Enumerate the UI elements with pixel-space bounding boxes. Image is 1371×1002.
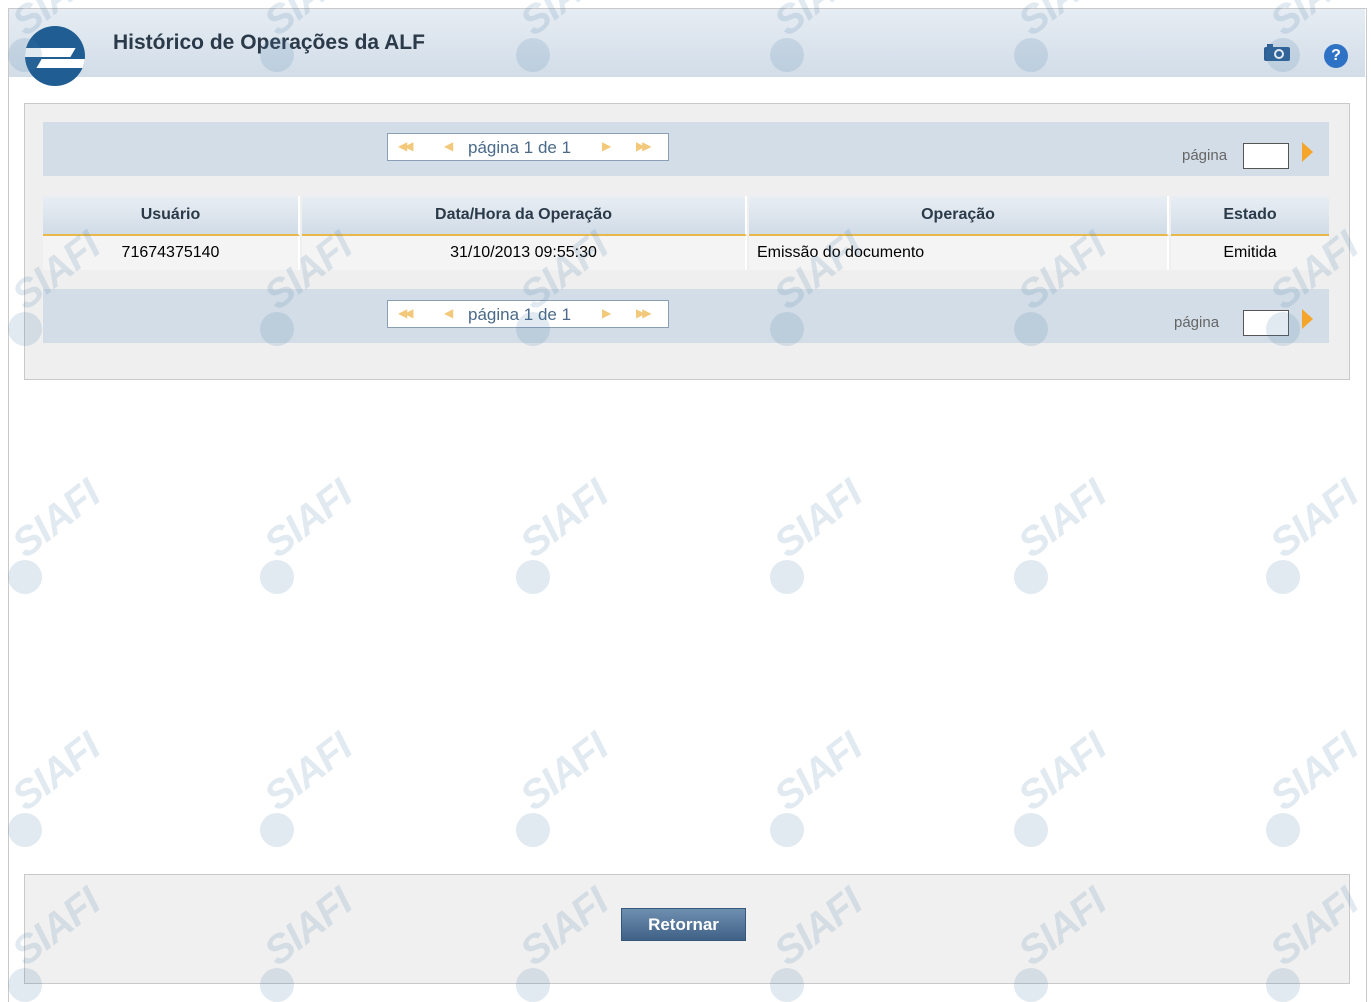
column-header-usuario: Usuário bbox=[43, 196, 300, 236]
page-indicator: página 1 de 1 bbox=[468, 138, 572, 157]
history-panel: ◀◀ ◀ página 1 de 1 ▶ ▶▶ página Usuário D… bbox=[24, 103, 1350, 380]
table-cell-operacao: Emissão do documento bbox=[749, 236, 1169, 270]
page-title: Histórico de Operações da ALF bbox=[113, 31, 425, 54]
pager-box: ◀◀ ◀ página 1 de 1 ▶ ▶▶ bbox=[387, 300, 669, 328]
camera-icon[interactable] bbox=[1263, 44, 1291, 62]
table-cell-estado: Emitida bbox=[1171, 236, 1329, 270]
first-page-icon[interactable]: ◀◀ bbox=[398, 139, 414, 153]
column-header-data-hora: Data/Hora da Operação bbox=[302, 196, 747, 236]
goto-page-input[interactable] bbox=[1243, 143, 1289, 169]
next-page-icon[interactable]: ▶ bbox=[602, 139, 611, 153]
goto-page-arrow-icon[interactable] bbox=[1302, 142, 1313, 162]
pager-bottom: ◀◀ ◀ página 1 de 1 ▶ ▶▶ página bbox=[43, 289, 1329, 343]
prev-page-icon[interactable]: ◀ bbox=[444, 139, 453, 153]
column-header-estado: Estado bbox=[1171, 196, 1329, 236]
footer-panel: Retornar bbox=[24, 874, 1350, 984]
last-page-icon[interactable]: ▶▶ bbox=[636, 139, 652, 153]
next-page-icon[interactable]: ▶ bbox=[602, 306, 611, 320]
first-page-icon[interactable]: ◀◀ bbox=[398, 306, 414, 320]
return-button[interactable]: Retornar bbox=[621, 908, 746, 941]
column-header-operacao: Operação bbox=[749, 196, 1169, 236]
table-cell-data-hora: 31/10/2013 09:55:30 bbox=[302, 236, 747, 270]
help-icon[interactable]: ? bbox=[1324, 44, 1348, 68]
page-header: Histórico de Operações da ALF ? bbox=[9, 9, 1365, 86]
goto-page-label: página bbox=[1174, 314, 1220, 331]
prev-page-icon[interactable]: ◀ bbox=[444, 306, 453, 320]
siafi-logo bbox=[25, 26, 85, 86]
pager-box: ◀◀ ◀ página 1 de 1 ▶ ▶▶ bbox=[387, 133, 669, 161]
goto-page-label: página bbox=[1182, 147, 1228, 164]
page-indicator: página 1 de 1 bbox=[468, 305, 572, 324]
goto-page-arrow-icon[interactable] bbox=[1302, 309, 1313, 329]
pager-top: ◀◀ ◀ página 1 de 1 ▶ ▶▶ página bbox=[43, 122, 1329, 176]
goto-page-input[interactable] bbox=[1243, 310, 1289, 336]
table-cell-usuario: 71674375140 bbox=[43, 236, 300, 270]
last-page-icon[interactable]: ▶▶ bbox=[636, 306, 652, 320]
